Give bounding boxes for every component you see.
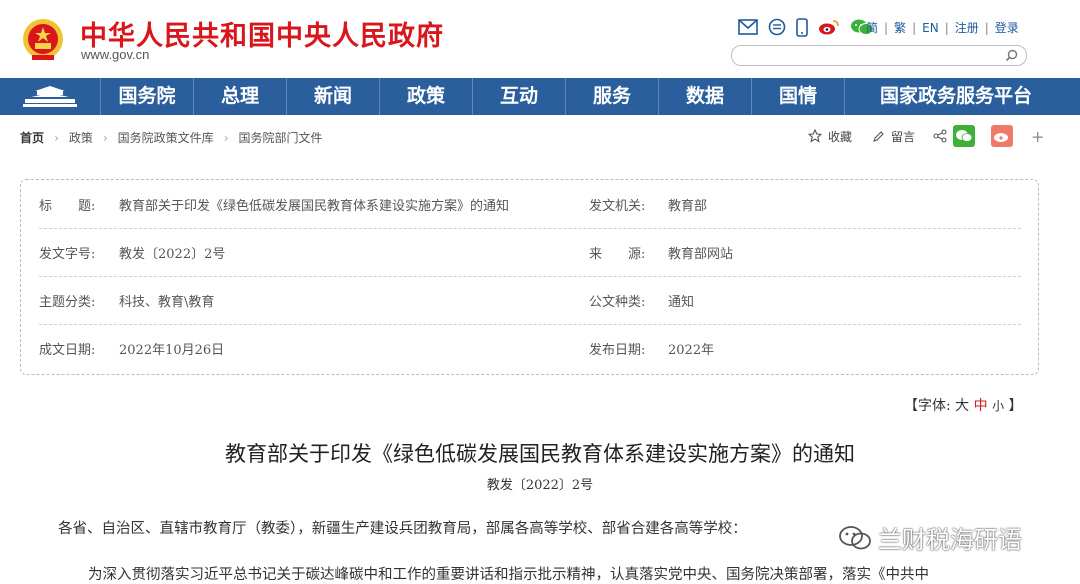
message-icon[interactable]: [768, 18, 786, 36]
meta-row: 成文日期: 2022年10月26日 发布日期: 2022年: [39, 324, 1021, 372]
nav-item-service-platform[interactable]: 国家政务服务平台: [845, 78, 1067, 115]
nav-item-premier[interactable]: 总理: [194, 78, 287, 115]
nav-item-news[interactable]: 新闻: [287, 78, 380, 115]
font-size-close: 】: [1008, 398, 1023, 414]
article-paragraph: 为深入贯彻落实习近平总书记关于碳达峰碳中和工作的重要讲话和指示批示精神，认真落实…: [88, 567, 929, 583]
breadcrumb-home[interactable]: 首页: [20, 129, 44, 146]
font-size-medium[interactable]: 中: [974, 398, 988, 414]
share-weibo-button[interactable]: [991, 125, 1014, 147]
mail-icon[interactable]: [738, 19, 758, 35]
mobile-icon[interactable]: [796, 17, 808, 37]
register-link[interactable]: 注册: [955, 19, 979, 36]
wechat-icon: [956, 130, 973, 142]
breadcrumb: 首页 › 政策 › 国务院政策文件库 › 国务院部门文件: [20, 129, 323, 146]
site-url[interactable]: www.gov.cn: [81, 47, 149, 62]
nav-item-data[interactable]: 数据: [659, 78, 752, 115]
meta-label-source: 来 源:: [589, 246, 646, 262]
meta-label-title: 标 题:: [39, 198, 96, 214]
article-title: 教育部关于印发《绿色低碳发展国民教育体系建设实施方案》的通知: [225, 442, 855, 466]
meta-label-issuer: 发文机关:: [589, 198, 646, 214]
share-bar: 收藏 留言 +: [808, 125, 1044, 147]
separator: |: [912, 20, 917, 35]
chevron-right-icon: ›: [54, 130, 59, 145]
nav-item-interaction[interactable]: 互动: [473, 78, 566, 115]
breadcrumb-department-docs[interactable]: 国务院部门文件: [238, 129, 322, 146]
meta-label-category: 主题分类:: [39, 294, 96, 310]
nav-item-national-info[interactable]: 国情: [752, 78, 845, 115]
traditional-link[interactable]: 繁: [894, 19, 906, 36]
article-doc-number: 教发〔2022〕2号: [486, 478, 594, 493]
search-input[interactable]: [731, 45, 1027, 66]
nav-item-policy[interactable]: 政策: [380, 78, 473, 115]
meta-label-doc-type: 公文种类:: [589, 294, 646, 310]
nav-item-services[interactable]: 服务: [566, 78, 659, 115]
national-emblem-icon[interactable]: [22, 16, 64, 62]
breadcrumb-policy-library[interactable]: 国务院政策文件库: [118, 129, 214, 146]
watermark-text: 兰财税海研语: [878, 526, 1022, 554]
weibo-icon: [994, 133, 1009, 142]
language-links: 简 | 繁 | EN | 注册 | 登录: [866, 19, 1019, 36]
separator: |: [944, 20, 949, 35]
star-icon[interactable]: [808, 129, 822, 143]
font-size-control: 【字体: 大 中 小 】: [904, 395, 1023, 415]
more-share-button[interactable]: +: [1031, 127, 1044, 146]
meta-value-title: 教育部关于印发《绿色低碳发展国民教育体系建设实施方案》的通知: [119, 198, 510, 214]
header-tools: [738, 16, 874, 38]
meta-label-publish-date: 发布日期:: [589, 342, 646, 358]
site-header: 中华人民共和国中央人民政府 www.gov.cn 简 | 繁 | EN | 注册…: [0, 0, 1080, 78]
meta-value-issuer: 教育部: [668, 198, 708, 214]
pencil-icon[interactable]: [872, 130, 885, 143]
meta-label-doc-number: 发文字号:: [39, 246, 96, 262]
login-link[interactable]: 登录: [995, 19, 1019, 36]
comment-button[interactable]: 留言: [891, 128, 915, 145]
favorite-button[interactable]: 收藏: [828, 128, 852, 145]
simplified-link[interactable]: 简: [866, 19, 878, 36]
chevron-right-icon: ›: [223, 130, 229, 145]
watermark: 兰财税海研语: [838, 520, 1022, 555]
font-size-small[interactable]: 小: [992, 399, 1004, 413]
meta-value-category: 科技、教育\教育: [119, 294, 215, 310]
chevron-right-icon: ›: [102, 130, 108, 145]
font-size-label: 【字体:: [904, 398, 951, 414]
font-size-large[interactable]: 大: [955, 398, 969, 414]
meta-row: 发文字号: 教发〔2022〕2号 来 源: 教育部网站: [39, 228, 1021, 277]
separator: |: [884, 20, 889, 35]
english-link[interactable]: EN: [922, 21, 939, 35]
document-metadata-box: 标 题: 教育部关于印发《绿色低碳发展国民教育体系建设实施方案》的通知 发文机关…: [20, 179, 1039, 375]
meta-value-written-date: 2022年10月26日: [119, 342, 225, 358]
search-icon[interactable]: [1005, 49, 1018, 62]
meta-value-doc-type: 通知: [668, 294, 695, 310]
wechat-icon: [839, 525, 871, 549]
meta-value-source: 教育部网站: [668, 246, 734, 262]
meta-value-publish-date: 2022年: [668, 342, 715, 358]
share-wechat-button[interactable]: [953, 125, 976, 147]
breadcrumb-policy[interactable]: 政策: [69, 129, 93, 146]
meta-value-doc-number: 教发〔2022〕2号: [119, 246, 226, 262]
meta-row: 主题分类: 科技、教育\教育 公文种类: 通知: [39, 276, 1021, 325]
meta-label-written-date: 成文日期:: [39, 342, 96, 358]
main-nav: 国务院 总理 新闻 政策 互动 服务 数据 国情 国家政务服务平台: [0, 78, 1080, 115]
weibo-icon[interactable]: [818, 18, 840, 36]
tiananmen-logo-icon[interactable]: [0, 78, 101, 115]
separator: |: [984, 20, 989, 35]
share-icon[interactable]: [933, 129, 947, 143]
meta-row: 标 题: 教育部关于印发《绿色低碳发展国民教育体系建设实施方案》的通知 发文机关…: [39, 180, 1021, 229]
nav-item-state-council[interactable]: 国务院: [101, 78, 194, 115]
